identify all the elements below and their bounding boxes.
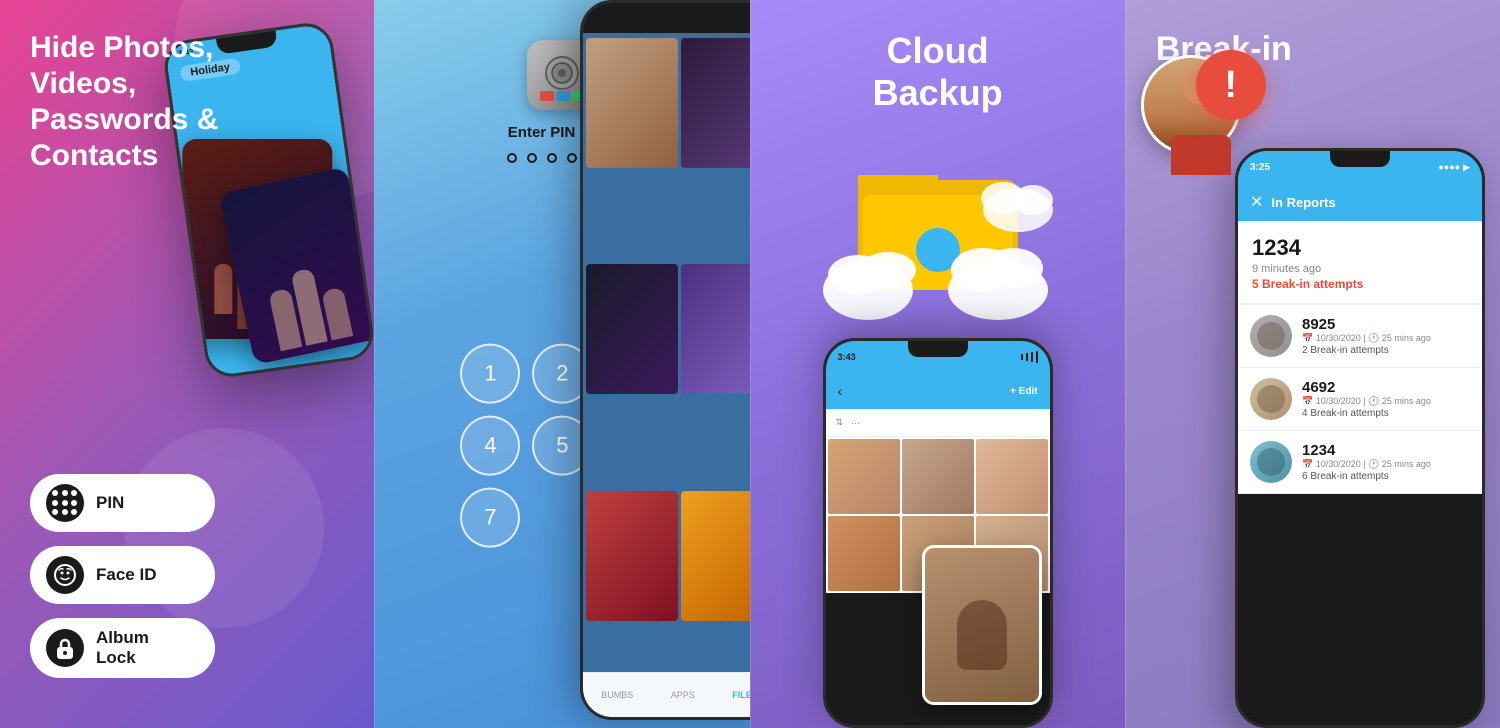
key-1[interactable]: 1 <box>460 344 520 404</box>
alert-info-3: 1234 📅 10/30/2020 | 🕐 25 mins ago 6 Brea… <box>1302 442 1431 482</box>
pin-dot-1 <box>507 153 517 163</box>
main-alert-card[interactable]: 1234 9 minutes ago 5 Break-in attempts <box>1238 221 1482 305</box>
main-alert-pin: 1234 <box>1252 235 1468 261</box>
alert-avatar-1 <box>1250 315 1292 357</box>
alert-pin-1: 8925 <box>1302 316 1431 333</box>
key-4[interactable]: 4 <box>460 416 520 476</box>
alert-item-2[interactable]: 4692 📅 10/30/2020 | 🕐 25 mins ago 4 Brea… <box>1238 368 1482 431</box>
big-photo-overlay <box>922 545 1042 705</box>
pin-dot-3 <box>547 153 557 163</box>
alert-meta-1: 📅 10/30/2020 | 🕐 25 mins ago <box>1302 333 1431 344</box>
pin-dot-2 <box>527 153 537 163</box>
panel-cloud-backup: Cloud Backup 3:43 <box>750 0 1125 728</box>
alert-item-3[interactable]: 1234 📅 10/30/2020 | 🕐 25 mins ago 6 Brea… <box>1238 431 1482 494</box>
feature-albumlock[interactable]: Album Lock <box>30 618 215 678</box>
alert-list: 8925 📅 10/30/2020 | 🕐 25 mins ago 2 Brea… <box>1238 305 1482 494</box>
feature-faceid[interactable]: Face ID <box>30 546 215 604</box>
alert-pin-3: 1234 <box>1302 442 1431 459</box>
alert-attempts-3: 6 Break-in attempts <box>1302 471 1431 482</box>
alert-exclamation-bubble: ! <box>1196 50 1266 120</box>
exclamation-icon: ! <box>1224 66 1237 104</box>
tab-bumbs[interactable]: BUMBS <box>601 690 633 700</box>
phone-gallery-3: 3:43 ‹ + Edit ⇅ ··· <box>823 338 1053 728</box>
alert-info-2: 4692 📅 10/30/2020 | 🕐 25 mins ago 4 Brea… <box>1302 379 1431 419</box>
pin-label: PIN <box>96 493 124 513</box>
close-icon[interactable]: ✕ <box>1250 192 1263 212</box>
panel-breakin-alerts: Break-in Alerts ! 3:25 ●●●● <box>1125 0 1500 728</box>
main-alert-time: 9 minutes ago <box>1252 263 1468 275</box>
panel2-content: Enter PIN Code 1 2 3 4 5 6 7 8 <box>375 0 749 728</box>
alert-pin-2: 4692 <box>1302 379 1431 396</box>
alert-item-1[interactable]: 8925 📅 10/30/2020 | 🕐 25 mins ago 2 Brea… <box>1238 305 1482 368</box>
panel-hide-photos: Hide Photos, Videos, Passwords & Contact… <box>0 0 374 728</box>
key-7[interactable]: 7 <box>460 488 520 548</box>
faceid-icon <box>46 556 84 594</box>
tab-files[interactable]: FILES <box>732 690 749 700</box>
pin-icon <box>46 484 84 522</box>
alert-attempts-2: 4 Break-in attempts <box>1302 408 1431 419</box>
feature-pin[interactable]: PIN <box>30 474 215 532</box>
features-list: PIN Face ID <box>30 474 215 678</box>
panel1-headline: Hide Photos, Videos, Passwords & Contact… <box>30 30 218 174</box>
panel3-headline: Cloud Backup <box>873 30 1003 114</box>
tab-apps[interactable]: APPS <box>671 690 695 700</box>
grid-icon <box>52 490 78 516</box>
big-alert-group: ! <box>1141 55 1261 175</box>
alert-meta-3: 📅 10/30/2020 | 🕐 25 mins ago <box>1302 459 1431 470</box>
faceid-label: Face ID <box>96 565 156 585</box>
alert-avatar-3 <box>1250 441 1292 483</box>
albumlock-label: Album Lock <box>96 628 193 668</box>
phone-gallery: BUMBS APPS FILES <box>580 0 750 720</box>
alert-info-1: 8925 📅 10/30/2020 | 🕐 25 mins ago 2 Brea… <box>1302 316 1431 356</box>
phone3-time: 3:43 <box>838 352 856 362</box>
alert-meta-2: 📅 10/30/2020 | 🕐 25 mins ago <box>1302 396 1431 407</box>
alert-avatar-2 <box>1250 378 1292 420</box>
panel-pin-code: Enter PIN Code 1 2 3 4 5 6 7 8 <box>374 0 749 728</box>
lock-icon <box>46 629 84 667</box>
pin-dot-4 <box>567 153 577 163</box>
main-alert-attempts: 5 Break-in attempts <box>1252 277 1468 291</box>
nav-title: In Reports <box>1271 195 1470 210</box>
alert-attempts-1: 2 Break-in attempts <box>1302 345 1431 356</box>
cloud-illustration <box>798 120 1078 320</box>
phone-breakin: 3:25 ●●●● ▶ ✕ In Reports 1234 9 minutes … <box>1235 148 1485 728</box>
